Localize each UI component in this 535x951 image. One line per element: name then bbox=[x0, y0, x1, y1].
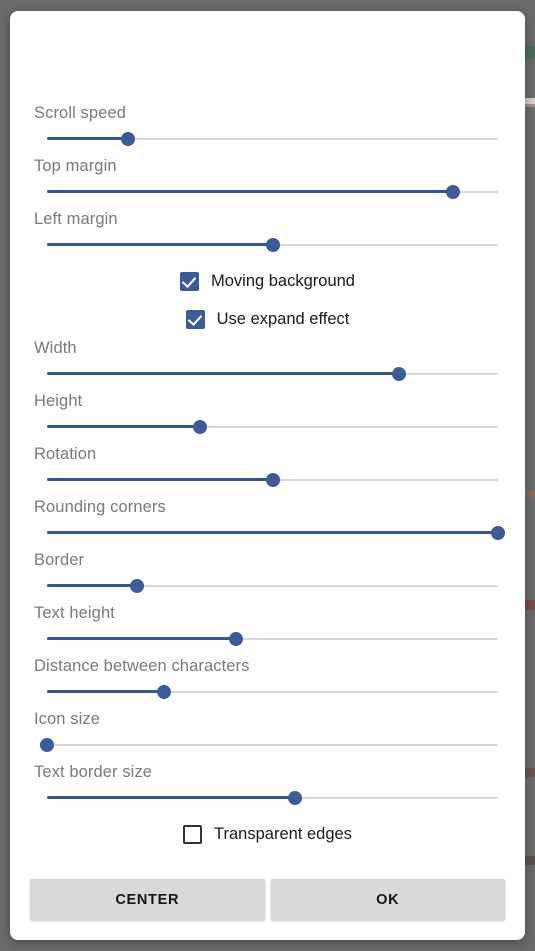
slider-thumb[interactable] bbox=[157, 685, 172, 699]
checkbox-row-transparent-edges[interactable]: Transparent edges bbox=[10, 815, 525, 853]
ok-button[interactable]: OK bbox=[270, 879, 505, 920]
slider-fill bbox=[47, 190, 453, 193]
setting-text-border-size: Text border size bbox=[10, 762, 525, 815]
setting-left-margin: Left margin bbox=[10, 209, 525, 262]
center-button[interactable]: CENTER bbox=[30, 879, 265, 920]
setting-text-height: Text height bbox=[10, 603, 525, 656]
slider-height[interactable] bbox=[47, 411, 498, 444]
slider-thumb[interactable] bbox=[491, 526, 505, 540]
checkbox-row-moving-background[interactable]: Moving background bbox=[10, 262, 525, 300]
slider-thumb[interactable] bbox=[288, 791, 303, 805]
slider-icon-size[interactable] bbox=[40, 729, 498, 762]
slider-text-height[interactable] bbox=[47, 623, 498, 656]
slider-thumb[interactable] bbox=[121, 132, 136, 146]
slider-fill bbox=[47, 796, 296, 799]
slider-fill bbox=[47, 372, 399, 375]
slider-label: Height bbox=[34, 392, 83, 410]
slider-label: Text border size bbox=[34, 763, 153, 781]
slider-label: Distance between characters bbox=[34, 657, 250, 675]
background-content-strip bbox=[524, 46, 535, 59]
background-content-strip bbox=[524, 490, 535, 497]
slider-thumb[interactable] bbox=[265, 473, 280, 487]
setting-border: Border bbox=[10, 550, 525, 603]
slider-label: Icon size bbox=[34, 710, 101, 728]
background-content-strip bbox=[524, 768, 535, 777]
slider-distance-between-characters[interactable] bbox=[47, 676, 498, 709]
checkbox-label: Moving background bbox=[210, 272, 355, 290]
slider-label: Top margin bbox=[34, 157, 117, 175]
slider-label: Left margin bbox=[34, 210, 118, 228]
slider-rotation[interactable] bbox=[47, 464, 498, 497]
checkbox-label: Transparent edges bbox=[214, 825, 352, 843]
setting-icon-size: Icon size bbox=[10, 709, 525, 762]
checkbox-use-expand-effect[interactable] bbox=[185, 309, 205, 329]
slider-fill bbox=[47, 531, 498, 534]
settings-dialog: Scroll speed Top margin Left margin Movi… bbox=[10, 11, 525, 940]
setting-distance-between-characters: Distance between characters bbox=[10, 656, 525, 709]
background-content-strip bbox=[524, 104, 535, 107]
slider-fill bbox=[47, 478, 273, 481]
slider-label: Rounding corners bbox=[34, 498, 166, 516]
slider-fill bbox=[47, 425, 201, 428]
slider-track[interactable] bbox=[47, 744, 498, 746]
slider-border[interactable] bbox=[47, 570, 498, 603]
slider-label: Rotation bbox=[34, 445, 97, 463]
checkbox-moving-background[interactable] bbox=[179, 271, 199, 291]
checkbox-label: Use expand effect bbox=[216, 310, 350, 328]
slider-fill bbox=[47, 137, 129, 140]
slider-fill bbox=[47, 637, 237, 640]
slider-thumb[interactable] bbox=[265, 238, 280, 252]
slider-fill bbox=[47, 243, 273, 246]
setting-rotation: Rotation bbox=[10, 444, 525, 497]
slider-label: Width bbox=[34, 339, 77, 357]
slider-thumb[interactable] bbox=[193, 420, 208, 434]
slider-thumb[interactable] bbox=[130, 579, 145, 593]
background-content-strip bbox=[524, 856, 535, 865]
slider-text-border-size[interactable] bbox=[47, 782, 498, 815]
slider-thumb[interactable] bbox=[391, 367, 406, 381]
slider-thumb[interactable] bbox=[229, 632, 244, 646]
setting-scroll-speed: Scroll speed bbox=[10, 103, 525, 156]
background-content-strip bbox=[524, 600, 535, 610]
setting-width: Width bbox=[10, 338, 525, 391]
slider-left-margin[interactable] bbox=[47, 229, 498, 262]
checkbox-transparent-edges[interactable] bbox=[183, 824, 203, 844]
dialog-footer: CENTER OK bbox=[10, 865, 525, 940]
slider-fill bbox=[47, 584, 138, 587]
slider-label: Border bbox=[34, 551, 85, 569]
slider-fill bbox=[47, 690, 165, 693]
checkbox-row-use-expand-effect[interactable]: Use expand effect bbox=[10, 300, 525, 338]
slider-width[interactable] bbox=[47, 358, 498, 391]
slider-top-margin[interactable] bbox=[47, 176, 498, 209]
slider-rounding-corners[interactable] bbox=[47, 517, 505, 550]
setting-height: Height bbox=[10, 391, 525, 444]
slider-label: Text height bbox=[34, 604, 115, 622]
slider-thumb[interactable] bbox=[445, 185, 460, 199]
slider-thumb[interactable] bbox=[40, 738, 54, 752]
setting-rounding-corners: Rounding corners bbox=[10, 497, 525, 550]
slider-scroll-speed[interactable] bbox=[47, 123, 498, 156]
dialog-content: Scroll speed Top margin Left margin Movi… bbox=[10, 103, 525, 865]
setting-top-margin: Top margin bbox=[10, 156, 525, 209]
dialog-header-space bbox=[10, 11, 525, 103]
slider-label: Scroll speed bbox=[34, 104, 126, 122]
